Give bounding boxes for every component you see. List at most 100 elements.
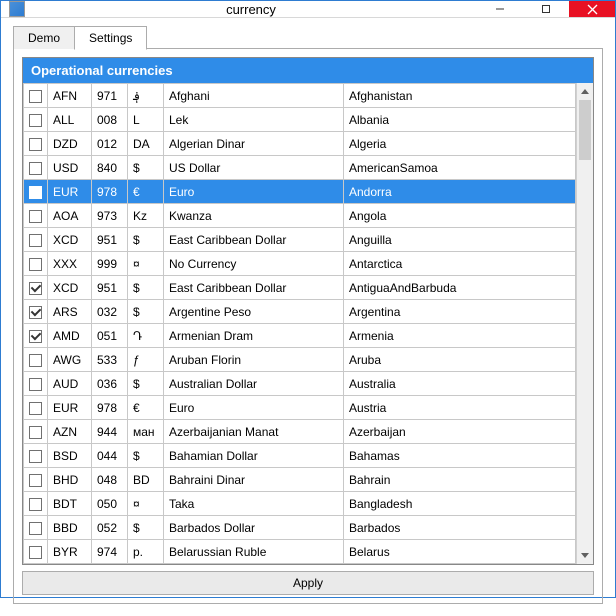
currency-symbol-cell: BD	[128, 468, 164, 492]
maximize-button[interactable]	[523, 1, 569, 17]
row-checkbox[interactable]	[29, 210, 42, 223]
currency-number-cell: 974	[92, 540, 128, 564]
apply-button[interactable]: Apply	[22, 571, 594, 595]
table-row[interactable]: XCD951$East Caribbean DollarAntiguaAndBa…	[24, 276, 576, 300]
row-checkbox[interactable]	[29, 474, 42, 487]
table-row[interactable]: AWG533ƒAruban FlorinAruba	[24, 348, 576, 372]
row-checkbox[interactable]	[29, 522, 42, 535]
row-checkbox[interactable]	[29, 186, 42, 199]
close-button[interactable]	[569, 1, 615, 17]
table-row[interactable]: USD840$US DollarAmericanSamoa	[24, 156, 576, 180]
currency-symbol-cell: ман	[128, 420, 164, 444]
table-row[interactable]: DZD012DAAlgerian DinarAlgeria	[24, 132, 576, 156]
table-row[interactable]: EUR978€EuroAndorra	[24, 180, 576, 204]
row-checkbox[interactable]	[29, 282, 42, 295]
currency-name-cell: Bahamian Dollar	[164, 444, 344, 468]
row-checkbox[interactable]	[29, 402, 42, 415]
scroll-down-button[interactable]	[577, 547, 593, 564]
table-row[interactable]: AZN944манAzerbaijanian ManatAzerbaijan	[24, 420, 576, 444]
content-area: Demo Settings Operational currencies AFN…	[1, 18, 615, 616]
country-cell: Bangladesh	[344, 492, 576, 516]
country-cell: Algeria	[344, 132, 576, 156]
currency-name-cell: East Caribbean Dollar	[164, 276, 344, 300]
country-cell: Barbados	[344, 516, 576, 540]
grid-body: AFN971؋AfghaniAfghanistanALL008LLekAlban…	[23, 83, 576, 564]
currency-number-cell: 044	[92, 444, 128, 468]
table-row[interactable]: BSD044$Bahamian DollarBahamas	[24, 444, 576, 468]
currency-name-cell: Afghani	[164, 84, 344, 108]
checkbox-cell	[24, 132, 48, 156]
currency-symbol-cell: ƒ	[128, 348, 164, 372]
currency-symbol-cell: ؋	[128, 84, 164, 108]
currency-name-cell: Euro	[164, 396, 344, 420]
currency-code-cell: BYR	[48, 540, 92, 564]
row-checkbox[interactable]	[29, 258, 42, 271]
checkbox-cell	[24, 516, 48, 540]
country-cell: AmericanSamoa	[344, 156, 576, 180]
table-row[interactable]: BBD052$Barbados DollarBarbados	[24, 516, 576, 540]
country-cell: Belarus	[344, 540, 576, 564]
tab-demo[interactable]: Demo	[13, 26, 75, 49]
row-checkbox[interactable]	[29, 90, 42, 103]
currency-number-cell: 012	[92, 132, 128, 156]
row-checkbox[interactable]	[29, 450, 42, 463]
table-row[interactable]: BYR974p.Belarussian RubleBelarus	[24, 540, 576, 564]
currency-number-cell: 999	[92, 252, 128, 276]
scroll-track[interactable]	[577, 100, 593, 547]
table-row[interactable]: AUD036$Australian DollarAustralia	[24, 372, 576, 396]
table-row[interactable]: EUR978€EuroAustria	[24, 396, 576, 420]
country-cell: AntiguaAndBarbuda	[344, 276, 576, 300]
table-row[interactable]: BDT050¤TakaBangladesh	[24, 492, 576, 516]
row-checkbox[interactable]	[29, 426, 42, 439]
country-cell: Armenia	[344, 324, 576, 348]
row-checkbox[interactable]	[29, 354, 42, 367]
currency-table: AFN971؋AfghaniAfghanistanALL008LLekAlban…	[23, 83, 576, 564]
minimize-button[interactable]	[477, 1, 523, 17]
row-checkbox[interactable]	[29, 234, 42, 247]
row-checkbox[interactable]	[29, 378, 42, 391]
currency-name-cell: East Caribbean Dollar	[164, 228, 344, 252]
window: currency Demo Settings Operational curre…	[0, 0, 616, 598]
checkbox-cell	[24, 180, 48, 204]
table-row[interactable]: XXX999¤No CurrencyAntarctica	[24, 252, 576, 276]
currency-code-cell: BHD	[48, 468, 92, 492]
table-row[interactable]: AMD051ԴArmenian DramArmenia	[24, 324, 576, 348]
currency-name-cell: Aruban Florin	[164, 348, 344, 372]
table-row[interactable]: AOA973KzKwanzaAngola	[24, 204, 576, 228]
row-checkbox[interactable]	[29, 138, 42, 151]
tab-settings[interactable]: Settings	[74, 26, 147, 50]
row-checkbox[interactable]	[29, 498, 42, 511]
currency-symbol-cell: $	[128, 300, 164, 324]
currency-code-cell: EUR	[48, 396, 92, 420]
checkbox-cell	[24, 204, 48, 228]
row-checkbox[interactable]	[29, 546, 42, 559]
currency-name-cell: US Dollar	[164, 156, 344, 180]
checkbox-cell	[24, 252, 48, 276]
row-checkbox[interactable]	[29, 162, 42, 175]
currency-code-cell: AUD	[48, 372, 92, 396]
country-cell: Australia	[344, 372, 576, 396]
vertical-scrollbar[interactable]	[576, 83, 593, 564]
table-row[interactable]: ALL008LLekAlbania	[24, 108, 576, 132]
row-checkbox[interactable]	[29, 114, 42, 127]
currency-symbol-cell: $	[128, 156, 164, 180]
table-row[interactable]: ARS032$Argentine PesoArgentina	[24, 300, 576, 324]
scroll-up-button[interactable]	[577, 83, 593, 100]
checkbox-cell	[24, 372, 48, 396]
country-cell: Aruba	[344, 348, 576, 372]
table-row[interactable]: AFN971؋AfghaniAfghanistan	[24, 84, 576, 108]
scroll-thumb[interactable]	[579, 100, 591, 160]
currency-number-cell: 973	[92, 204, 128, 228]
country-cell: Argentina	[344, 300, 576, 324]
currency-number-cell: 840	[92, 156, 128, 180]
checkbox-cell	[24, 276, 48, 300]
checkbox-cell	[24, 420, 48, 444]
tab-bar: Demo Settings	[13, 26, 603, 49]
checkbox-cell	[24, 444, 48, 468]
row-checkbox[interactable]	[29, 330, 42, 343]
row-checkbox[interactable]	[29, 306, 42, 319]
table-row[interactable]: XCD951$East Caribbean DollarAnguilla	[24, 228, 576, 252]
currency-name-cell: Kwanza	[164, 204, 344, 228]
currency-code-cell: ARS	[48, 300, 92, 324]
table-row[interactable]: BHD048BDBahraini DinarBahrain	[24, 468, 576, 492]
